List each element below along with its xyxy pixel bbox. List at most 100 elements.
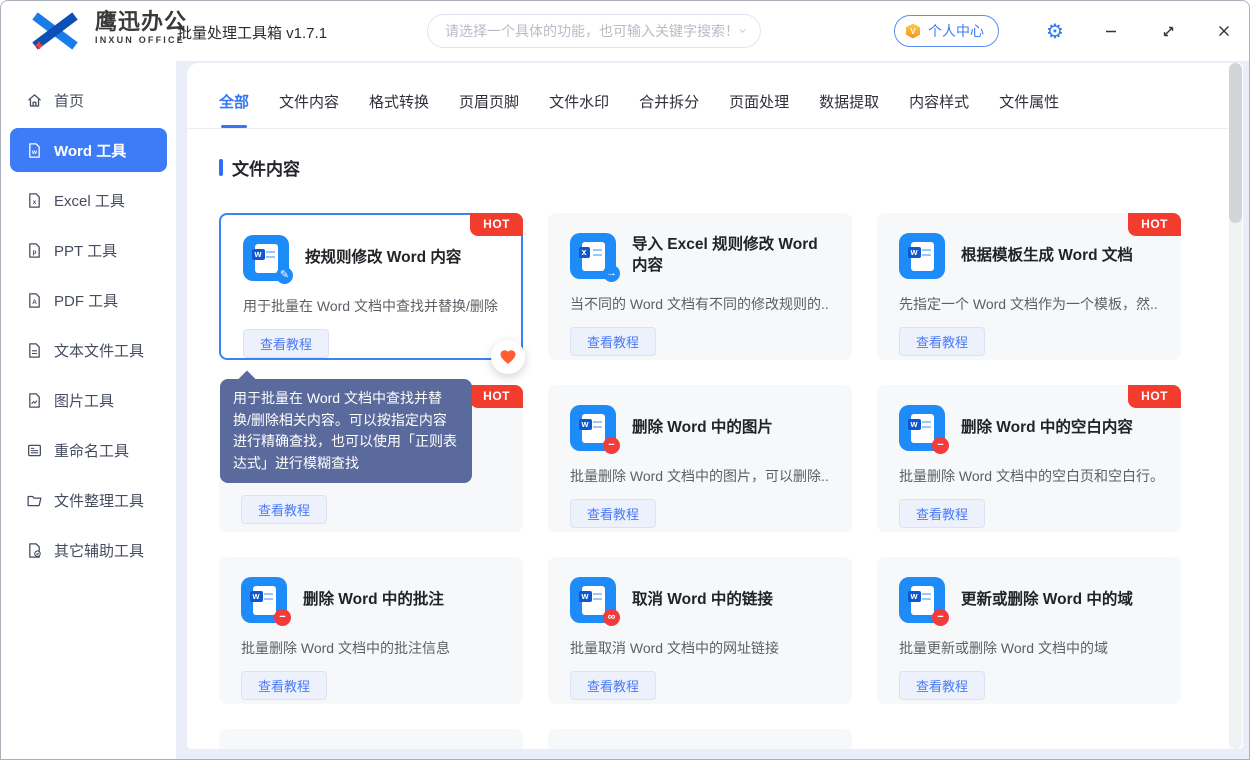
card-head: w ✎ 按规则修改 Word 内容	[243, 235, 499, 281]
sidebar-item-0[interactable]: 首页	[10, 78, 167, 122]
icon-status-badge: −	[603, 437, 620, 454]
close-icon[interactable]	[1210, 17, 1238, 45]
tab-4[interactable]: 文件水印	[549, 91, 609, 128]
scrollbar-track	[1229, 63, 1242, 749]
view-tutorial-button[interactable]: 查看教程	[570, 499, 656, 528]
hot-badge: HOT	[1128, 385, 1181, 408]
tool-card[interactable]: w − 删除 Word 中的批注 批量删除 Word 文档中的批注信息 查看教程	[219, 557, 523, 704]
sidebar-item-label: 首页	[54, 90, 84, 111]
word-image-delete-icon: w −	[570, 405, 616, 451]
tab-2[interactable]: 格式转换	[369, 91, 429, 128]
word-comment-delete-icon: w −	[241, 577, 287, 623]
app-window: 鹰迅办公 INXUN OFFICE 批量处理工具箱 v1.7.1 请选择一个具体…	[0, 0, 1250, 760]
tab-0[interactable]: 全部	[219, 91, 249, 128]
view-tutorial-button[interactable]: 查看教程	[899, 671, 985, 700]
sidebar-item-3[interactable]: p PPT 工具	[10, 228, 167, 272]
section-accent-bar	[219, 159, 223, 176]
card-title: 删除 Word 中的批注	[303, 590, 501, 611]
view-tutorial-button[interactable]: 查看教程	[570, 671, 656, 700]
section-header: 文件内容	[219, 155, 1243, 180]
sidebar-item-label: 重命名工具	[54, 440, 129, 461]
chevron-down-icon	[739, 27, 746, 35]
tab-1[interactable]: 文件内容	[279, 91, 339, 128]
tab-8[interactable]: 内容样式	[909, 91, 969, 128]
rename-icon	[26, 442, 43, 459]
sidebar-item-label: PPT 工具	[54, 240, 117, 261]
sidebar-item-7[interactable]: 重命名工具	[10, 428, 167, 472]
personal-center-button[interactable]: V 个人中心	[894, 15, 999, 47]
tool-card[interactable]: w 查看教程	[548, 729, 852, 749]
tab-6[interactable]: 页面处理	[729, 91, 789, 128]
sidebar-item-label: 其它辅助工具	[54, 540, 144, 561]
tab-9[interactable]: 文件属性	[999, 91, 1059, 128]
card-head: x → 导入 Excel 规则修改 Word 内容	[570, 233, 830, 279]
home-icon	[26, 92, 43, 109]
card-title: 删除 Word 中的图片	[632, 418, 830, 439]
svg-text:w: w	[31, 149, 37, 156]
text-file-icon	[26, 342, 43, 359]
tool-card[interactable]: x → 导入 Excel 规则修改 Word 内容 当不同的 Word 文档有不…	[548, 213, 852, 360]
sidebar-item-label: Excel 工具	[54, 190, 125, 211]
tool-card[interactable]: w ∞ 取消 Word 中的链接 批量取消 Word 文档中的网址链接 查看教程	[548, 557, 852, 704]
app-title: 批量处理工具箱 v1.7.1	[177, 22, 327, 43]
view-tutorial-button[interactable]: 查看教程	[899, 499, 985, 528]
word-edit-icon: w ✎	[243, 235, 289, 281]
vip-diamond-icon: V	[905, 24, 921, 39]
word-template-icon: w	[899, 233, 945, 279]
view-tutorial-button[interactable]: 查看教程	[570, 327, 656, 356]
sidebar-item-9[interactable]: 其它辅助工具	[10, 528, 167, 572]
sidebar-item-2[interactable]: x Excel 工具	[10, 178, 167, 222]
pdf-doc-icon: A	[26, 292, 43, 309]
card-title: 根据模板生成 Word 文档	[961, 246, 1159, 267]
excel-doc-icon: x	[26, 192, 43, 209]
card-title: 更新或删除 Word 中的域	[961, 590, 1159, 611]
sidebar-item-1[interactable]: w Word 工具	[10, 128, 167, 172]
icon-status-badge: −	[932, 609, 949, 626]
card-description: 批量删除 Word 文档中的图片，可以删除...	[570, 466, 830, 486]
sidebar-item-6[interactable]: 图片工具	[10, 378, 167, 422]
icon-status-badge: −	[274, 609, 291, 626]
tab-7[interactable]: 数据提取	[819, 91, 879, 128]
card-title: 删除 Word 中的空白内容	[961, 418, 1159, 439]
card-head: w − 删除 Word 中的批注	[241, 577, 501, 623]
tool-card[interactable]: w − 删除 Word 中的图片 批量删除 Word 文档中的图片，可以删除..…	[548, 385, 852, 532]
misc-tools-icon	[26, 542, 43, 559]
sidebar-item-4[interactable]: A PDF 工具	[10, 278, 167, 322]
hot-badge: HOT	[1128, 213, 1181, 236]
view-tutorial-button[interactable]: 查看教程	[241, 495, 327, 524]
icon-status-badge: −	[932, 437, 949, 454]
card-description: 批量更新或删除 Word 文档中的域	[899, 638, 1159, 658]
image-file-icon	[26, 392, 43, 409]
function-search-select[interactable]: 请选择一个具体的功能，也可输入关键字搜索！	[427, 14, 761, 48]
word-doc-icon: w	[26, 142, 43, 159]
maximize-icon[interactable]	[1154, 17, 1182, 45]
card-head: w − 删除 Word 中的空白内容	[899, 405, 1159, 451]
word-blank-delete-icon: w −	[899, 405, 945, 451]
sidebar-item-label: 图片工具	[54, 390, 114, 411]
tool-card[interactable]: w 查看教程	[219, 729, 523, 749]
sidebar-item-label: 文本文件工具	[54, 340, 144, 361]
view-tutorial-button[interactable]: 查看教程	[899, 327, 985, 356]
sidebar-item-5[interactable]: 文本文件工具	[10, 328, 167, 372]
view-tutorial-button[interactable]: 查看教程	[243, 329, 329, 358]
ppt-doc-icon: p	[26, 242, 43, 259]
tool-card[interactable]: HOT w 根据模板生成 Word 文档 先指定一个 Word 文档作为一个模板…	[877, 213, 1181, 360]
folder-icon	[26, 492, 43, 509]
tab-5[interactable]: 合并拆分	[639, 91, 699, 128]
hot-badge: HOT	[470, 213, 523, 236]
minimize-icon[interactable]	[1097, 17, 1125, 45]
card-description: 批量取消 Word 文档中的网址链接	[570, 638, 830, 658]
tool-card[interactable]: w − 更新或删除 Word 中的域 批量更新或删除 Word 文档中的域 查看…	[877, 557, 1181, 704]
hot-badge: HOT	[470, 385, 523, 408]
sidebar: 首页 w Word 工具 x Excel 工具 p PPT 工具 A PDF 工…	[1, 61, 176, 760]
sidebar-item-8[interactable]: 文件整理工具	[10, 478, 167, 522]
brand-name: 鹰迅办公	[95, 9, 187, 35]
tool-card[interactable]: HOT w − 删除 Word 中的空白内容 批量删除 Word 文档中的空白页…	[877, 385, 1181, 532]
favorite-heart-button[interactable]	[491, 340, 525, 374]
tab-3[interactable]: 页眉页脚	[459, 91, 519, 128]
card-title: 导入 Excel 规则修改 Word 内容	[632, 235, 830, 277]
scrollbar-thumb[interactable]	[1229, 63, 1242, 223]
gear-icon[interactable]: ⚙	[1041, 17, 1069, 45]
view-tutorial-button[interactable]: 查看教程	[241, 671, 327, 700]
tool-card[interactable]: HOT w ✎ 按规则修改 Word 内容 用于批量在 Word 文档中查找并替…	[219, 213, 523, 360]
